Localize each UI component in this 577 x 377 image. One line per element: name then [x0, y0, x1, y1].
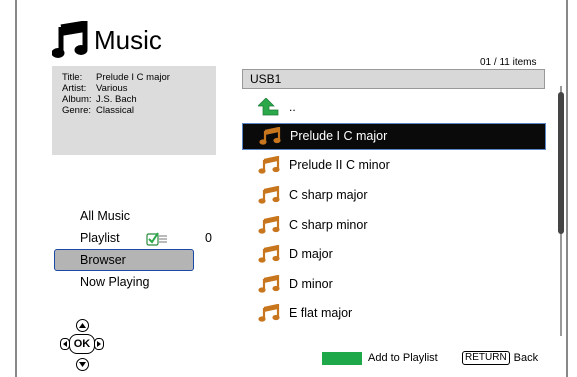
- file-row[interactable]: D minor: [242, 269, 546, 299]
- info-key: Genre:: [62, 105, 92, 116]
- menu-item-playlist[interactable]: Playlist 0: [54, 227, 212, 249]
- nav-down-icon[interactable]: [75, 358, 89, 371]
- orange-music-note-icon: [258, 215, 280, 234]
- return-key-icon: RETURN: [462, 351, 510, 365]
- file-row[interactable]: C sharp minor: [242, 210, 546, 240]
- file-name: Prelude II C minor: [289, 158, 390, 173]
- return-back-hint[interactable]: RETURN Back: [462, 350, 538, 366]
- file-name: E flat major: [289, 306, 353, 321]
- orange-music-note-icon: [258, 274, 280, 293]
- file-list: .. Prelude I C major Prelude II C minor …: [242, 92, 546, 328]
- info-title: Prelude I C major: [96, 72, 170, 83]
- info-genre: Classical: [96, 105, 135, 116]
- orange-music-note-icon: [258, 156, 280, 174]
- item-count: 01 / 11 items: [480, 57, 537, 68]
- file-name: D minor: [289, 276, 333, 291]
- file-name: C sharp major: [289, 187, 368, 202]
- menu-item-all-music[interactable]: All Music: [54, 205, 194, 227]
- add-to-playlist-hint[interactable]: Add to Playlist: [368, 350, 438, 366]
- nav-right-icon[interactable]: [94, 337, 104, 350]
- file-name: C sharp minor: [289, 217, 368, 232]
- info-key: Album:: [62, 94, 92, 105]
- playlist-count: 0: [205, 231, 212, 245]
- parent-folder-row[interactable]: ..: [242, 92, 546, 122]
- orange-music-note-icon: [259, 127, 281, 145]
- music-note-icon: [52, 21, 88, 58]
- info-key: Artist:: [62, 83, 87, 94]
- header: Music: [52, 19, 162, 61]
- green-key-icon: [322, 352, 362, 365]
- green-up-arrow-icon: [258, 97, 279, 116]
- file-row[interactable]: D major: [242, 239, 546, 269]
- info-artist: Various: [96, 83, 128, 94]
- page-title: Music: [94, 24, 162, 55]
- parent-folder-label: ..: [289, 99, 296, 114]
- menu-item-now-playing[interactable]: Now Playing: [54, 271, 194, 293]
- scrollbar-thumb[interactable]: [558, 92, 564, 234]
- file-name: D major: [289, 247, 333, 262]
- nav-pad: OK: [60, 318, 104, 372]
- track-info-panel: Title: Prelude I C major Artist: Various A…: [52, 66, 216, 155]
- file-row[interactable]: Prelude II C minor: [242, 151, 546, 181]
- menu-item-browser[interactable]: Browser: [54, 249, 194, 271]
- add-to-playlist-label: Add to Playlist: [368, 352, 438, 364]
- nav-up-icon[interactable]: [75, 319, 89, 332]
- info-key: Title:: [62, 72, 83, 83]
- info-album: J.S. Bach: [96, 94, 137, 105]
- side-menu: All Music Playlist 0 Browser Now Playing: [54, 205, 212, 293]
- orange-music-note-icon: [258, 185, 280, 204]
- file-row[interactable]: E flat major: [242, 299, 546, 329]
- current-path: USB1: [242, 69, 545, 89]
- orange-music-note-icon: [258, 245, 280, 263]
- orange-music-note-icon: [258, 304, 280, 322]
- back-label: Back: [513, 352, 539, 364]
- menu-item-playlist-label: Playlist: [80, 231, 120, 245]
- file-row[interactable]: Prelude I C major: [242, 122, 546, 150]
- file-name: Prelude I C major: [290, 129, 388, 144]
- scrollbar[interactable]: [558, 86, 564, 336]
- playlist-check-icon: [146, 232, 167, 246]
- ok-button[interactable]: OK: [69, 334, 95, 354]
- file-row[interactable]: C sharp major: [242, 180, 546, 210]
